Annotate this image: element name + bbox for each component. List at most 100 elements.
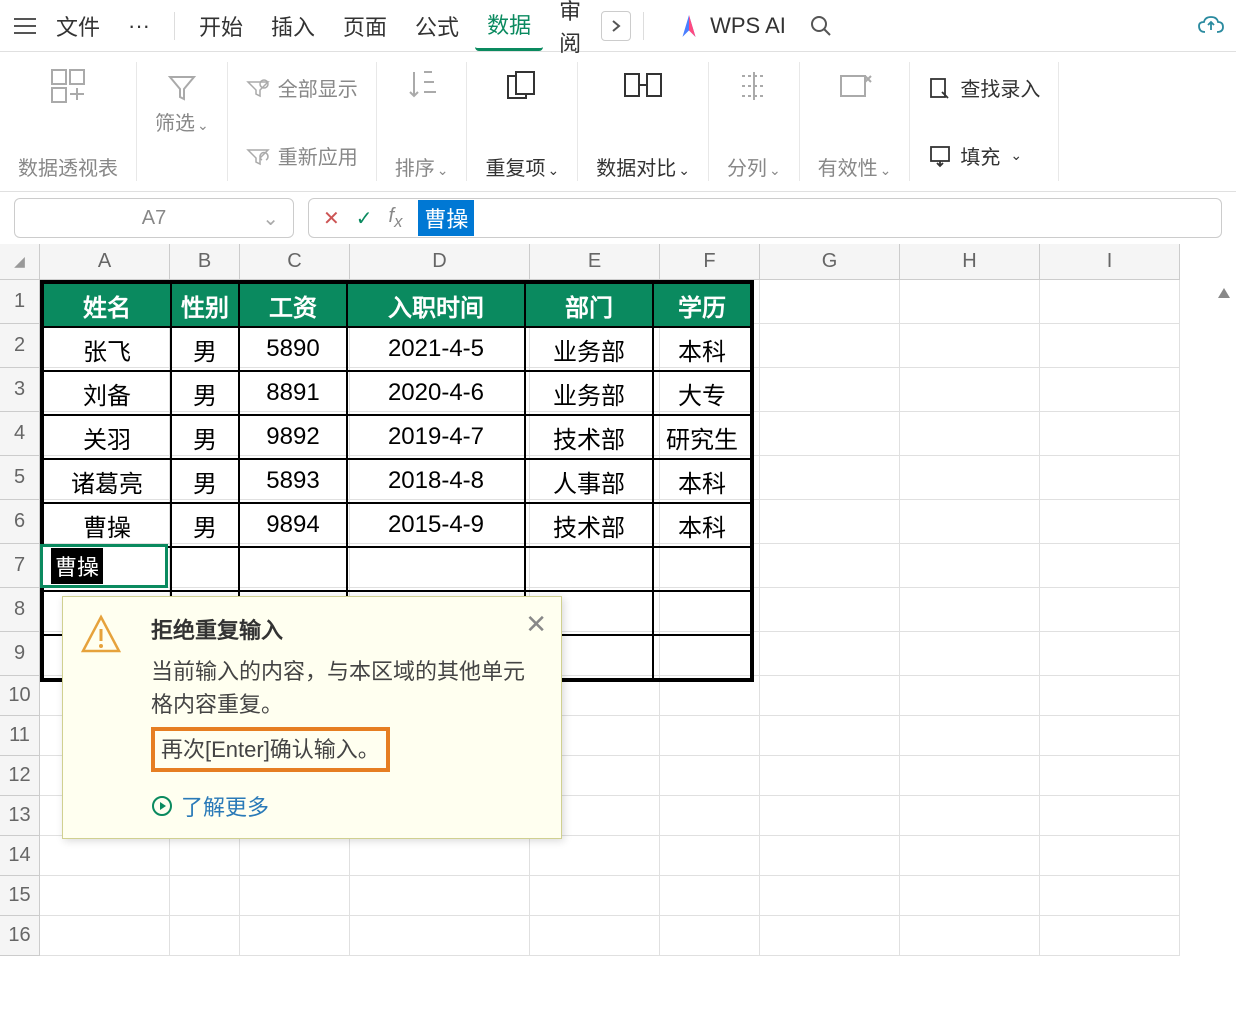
menu-file[interactable]: 文件 [44, 2, 112, 50]
active-cell-a7[interactable]: 曹操 [40, 544, 168, 588]
table-cell[interactable]: 本科 [653, 327, 751, 371]
table-cell[interactable]: 男 [171, 459, 239, 503]
split-icon [736, 68, 772, 104]
table-cell[interactable]: 9892 [239, 415, 347, 459]
wps-ai-button[interactable]: WPS AI [676, 13, 786, 39]
table-cell[interactable]: 人事部 [525, 459, 653, 503]
table-cell[interactable]: 技术部 [525, 415, 653, 459]
cancel-formula-icon[interactable]: ✕ [323, 206, 340, 231]
table-cell[interactable]: 2018-4-8 [347, 459, 525, 503]
row-header-1[interactable]: 1 [0, 280, 40, 324]
row-header-5[interactable]: 5 [0, 456, 40, 500]
table-cell[interactable]: 5890 [239, 327, 347, 371]
table-cell[interactable]: 研究生 [653, 415, 751, 459]
table-cell[interactable]: 大专 [653, 371, 751, 415]
ribbon-compare[interactable]: 数据对比⌄ [578, 62, 709, 181]
col-header-c[interactable]: C [240, 244, 350, 280]
select-all-corner[interactable]: ◢ [0, 244, 40, 280]
row-header-16[interactable]: 16 [0, 916, 40, 956]
table-cell-empty[interactable] [653, 547, 751, 591]
ribbon-find-entry[interactable]: 查找录入 [928, 67, 1040, 108]
cell-reference-box[interactable]: A7 ⌄ [14, 198, 294, 238]
table-cell-empty[interactable] [239, 547, 347, 591]
fx-icon[interactable]: fx [389, 205, 403, 232]
table-cell[interactable]: 张飞 [43, 327, 171, 371]
table-cell[interactable]: 2021-4-5 [347, 327, 525, 371]
confirm-formula-icon[interactable]: ✓ [356, 206, 373, 231]
tab-start[interactable]: 开始 [187, 2, 255, 50]
table-cell[interactable]: 男 [171, 415, 239, 459]
table-cell[interactable]: 男 [171, 371, 239, 415]
col-header-g[interactable]: G [760, 244, 900, 280]
hamburger-icon[interactable] [10, 11, 40, 41]
table-cell[interactable]: 本科 [653, 459, 751, 503]
table-cell-empty[interactable] [171, 547, 239, 591]
table-cell[interactable]: 2015-4-9 [347, 503, 525, 547]
ribbon-validity[interactable]: 有效性⌄ [800, 62, 911, 181]
scroll-up-icon[interactable] [1216, 286, 1232, 300]
table-cell[interactable]: 男 [171, 327, 239, 371]
tab-insert[interactable]: 插入 [259, 2, 327, 50]
table-cell-empty[interactable] [525, 547, 653, 591]
row-header-7[interactable]: 7 [0, 544, 40, 588]
table-cell[interactable]: 2019-4-7 [347, 415, 525, 459]
chevron-down-icon[interactable]: ⌄ [262, 206, 279, 231]
ribbon-split[interactable]: 分列⌄ [709, 62, 800, 181]
ribbon-sort[interactable]: 排序⌄ [377, 62, 468, 181]
row-header-9[interactable]: 9 [0, 632, 40, 676]
table-cell[interactable]: 业务部 [525, 327, 653, 371]
ribbon-fill[interactable]: 填充⌄ [928, 135, 1040, 176]
col-header-f[interactable]: F [660, 244, 760, 280]
table-cell-empty[interactable] [653, 635, 751, 679]
col-header-h[interactable]: H [900, 244, 1040, 280]
search-icon[interactable] [806, 11, 836, 41]
col-header-e[interactable]: E [530, 244, 660, 280]
table-cell[interactable]: 8891 [239, 371, 347, 415]
row-header-12[interactable]: 12 [0, 756, 40, 796]
table-cell-empty[interactable] [653, 591, 751, 635]
tab-formula[interactable]: 公式 [403, 2, 471, 50]
ribbon-duplicates[interactable]: 重复项⌄ [467, 62, 578, 181]
tab-page[interactable]: 页面 [331, 2, 399, 50]
table-cell[interactable]: 本科 [653, 503, 751, 547]
row-header-14[interactable]: 14 [0, 836, 40, 876]
learn-more-link[interactable]: 了解更多 [151, 790, 541, 822]
ribbon-show-all[interactable]: 全部显示 [246, 67, 358, 108]
table-cell[interactable]: 刘备 [43, 371, 171, 415]
tabs-overflow-icon[interactable] [601, 11, 631, 41]
table-cell[interactable]: 男 [171, 503, 239, 547]
menu-more[interactable]: ··· [116, 5, 162, 47]
row-header-15[interactable]: 15 [0, 876, 40, 916]
ribbon-pivot[interactable]: 数据透视表 [0, 62, 137, 181]
row-header-6[interactable]: 6 [0, 500, 40, 544]
table-cell-empty[interactable] [347, 547, 525, 591]
close-tooltip-icon[interactable]: ✕ [525, 609, 547, 640]
formula-input-area[interactable]: ✕ ✓ fx 曹操 [308, 198, 1222, 238]
ribbon-filter[interactable]: 筛选⌄ [155, 67, 209, 136]
row-header-11[interactable]: 11 [0, 716, 40, 756]
row-header-13[interactable]: 13 [0, 796, 40, 836]
col-header-a[interactable]: A [40, 244, 170, 280]
table-cell[interactable]: 关羽 [43, 415, 171, 459]
ribbon-reapply[interactable]: 重新应用 [246, 135, 358, 176]
row-header-8[interactable]: 8 [0, 588, 40, 632]
tab-data[interactable]: 数据 [475, 0, 543, 51]
row-header-2[interactable]: 2 [0, 324, 40, 368]
tab-review[interactable]: 审阅 [547, 0, 597, 66]
table-cell[interactable]: 诸葛亮 [43, 459, 171, 503]
table-cell[interactable]: 2020-4-6 [347, 371, 525, 415]
col-header-d[interactable]: D [350, 244, 530, 280]
cloud-upload-icon[interactable] [1196, 11, 1226, 41]
table-cell[interactable]: 9894 [239, 503, 347, 547]
col-header-i[interactable]: I [1040, 244, 1180, 280]
table-cell[interactable]: 5893 [239, 459, 347, 503]
row-header-4[interactable]: 4 [0, 412, 40, 456]
table-cell[interactable]: 技术部 [525, 503, 653, 547]
ribbon-find-fill-col: 查找录入 填充⌄ [910, 62, 1059, 181]
row-header-10[interactable]: 10 [0, 676, 40, 716]
reapply-icon [246, 146, 270, 166]
row-header-3[interactable]: 3 [0, 368, 40, 412]
table-cell[interactable]: 业务部 [525, 371, 653, 415]
table-cell[interactable]: 曹操 [43, 503, 171, 547]
col-header-b[interactable]: B [170, 244, 240, 280]
